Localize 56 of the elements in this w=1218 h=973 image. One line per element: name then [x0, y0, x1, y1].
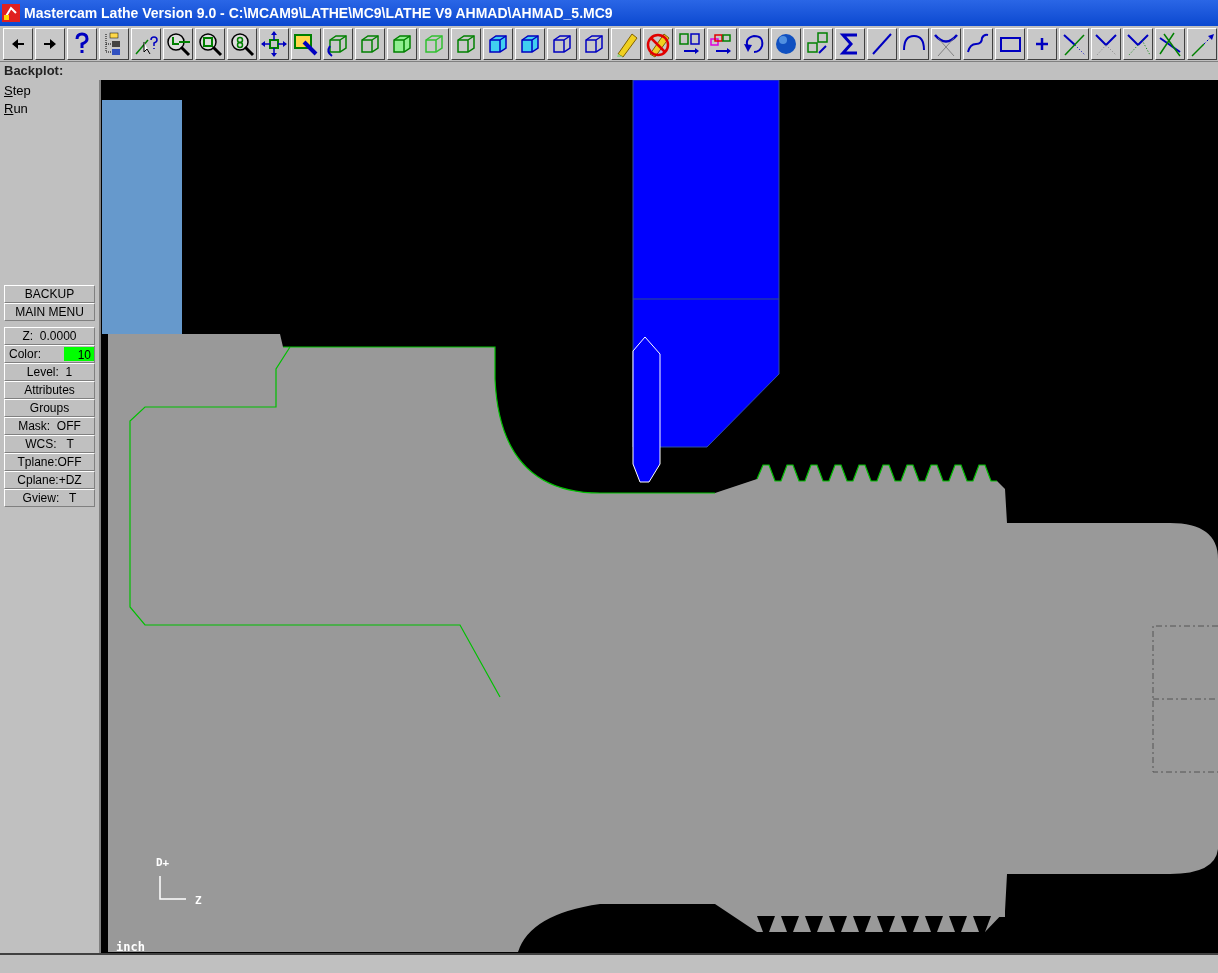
- cube-icon[interactable]: [515, 27, 545, 60]
- help-icon[interactable]: [67, 27, 97, 60]
- axis-indicator-icon: [159, 876, 187, 901]
- spline-icon[interactable]: [963, 27, 993, 60]
- transform-icon[interactable]: [675, 27, 705, 60]
- menu-item[interactable]: Step: [4, 82, 95, 100]
- cube-icon[interactable]: [419, 27, 449, 60]
- status-setting[interactable]: WCS: T: [4, 435, 95, 453]
- pencil-icon[interactable]: [611, 27, 641, 60]
- status-setting[interactable]: Level: 1: [4, 363, 95, 381]
- status-setting[interactable]: Mask: OFF: [4, 417, 95, 435]
- pan-icon[interactable]: [259, 27, 289, 60]
- zoom-icon[interactable]: [227, 27, 257, 60]
- menu-button[interactable]: BACKUP: [4, 285, 95, 303]
- color-setting[interactable]: Color: 10: [4, 345, 95, 363]
- status-setting[interactable]: Gview: T: [4, 489, 95, 507]
- arc-icon[interactable]: [899, 27, 929, 60]
- cube-icon[interactable]: [451, 27, 481, 60]
- cube-icon[interactable]: [387, 27, 417, 60]
- menu-item[interactable]: Run: [4, 100, 95, 118]
- trim-icon[interactable]: [1123, 27, 1153, 60]
- window-title: Mastercam Lathe Version 9.0 - C:\MCAM9\LATHE\MC9\LATHE V9 AHMAD\AHMAD_5.MC9: [24, 3, 613, 23]
- fillet-icon[interactable]: [931, 27, 961, 60]
- cube-icon[interactable]: [579, 27, 609, 60]
- rectangle-icon[interactable]: [995, 27, 1025, 60]
- cube-icon[interactable]: [355, 27, 385, 60]
- extend-icon[interactable]: [1187, 27, 1217, 60]
- cube-icon[interactable]: [547, 27, 577, 60]
- transform-icon[interactable]: [707, 27, 737, 60]
- units-label: inch: [116, 939, 145, 953]
- menu-button[interactable]: MAIN MENU: [4, 303, 95, 321]
- select-window-icon[interactable]: [291, 27, 321, 60]
- status-setting[interactable]: Attributes: [4, 381, 95, 399]
- analyze-icon[interactable]: [131, 27, 161, 60]
- zoom-icon[interactable]: [163, 27, 193, 60]
- status-setting[interactable]: Cplane:+DZ: [4, 471, 95, 489]
- axis-label: D+: [156, 855, 170, 871]
- prompt-label: Backplot:: [4, 62, 64, 81]
- color-swatch: 10: [64, 347, 94, 361]
- trim-icon[interactable]: [1155, 27, 1185, 60]
- status-setting[interactable]: Tplane:OFF: [4, 453, 95, 471]
- undo-icon[interactable]: [739, 27, 769, 60]
- status-setting[interactable]: Z: 0.0000: [4, 327, 95, 345]
- cube-icon[interactable]: [483, 27, 513, 60]
- trim-icon[interactable]: [1059, 27, 1089, 60]
- sigma-icon[interactable]: [835, 27, 865, 60]
- tree-icon[interactable]: [99, 27, 129, 60]
- axis-label: Z: [195, 893, 202, 909]
- trim-icon[interactable]: [1091, 27, 1121, 60]
- status-setting[interactable]: Groups: [4, 399, 95, 417]
- cubes-icon[interactable]: [803, 27, 833, 60]
- zoom-icon[interactable]: [195, 27, 225, 60]
- app-icon: [2, 4, 20, 22]
- no-pencil-icon[interactable]: [643, 27, 673, 60]
- rotate-cube-icon[interactable]: [323, 27, 353, 60]
- point-icon[interactable]: [1027, 27, 1057, 60]
